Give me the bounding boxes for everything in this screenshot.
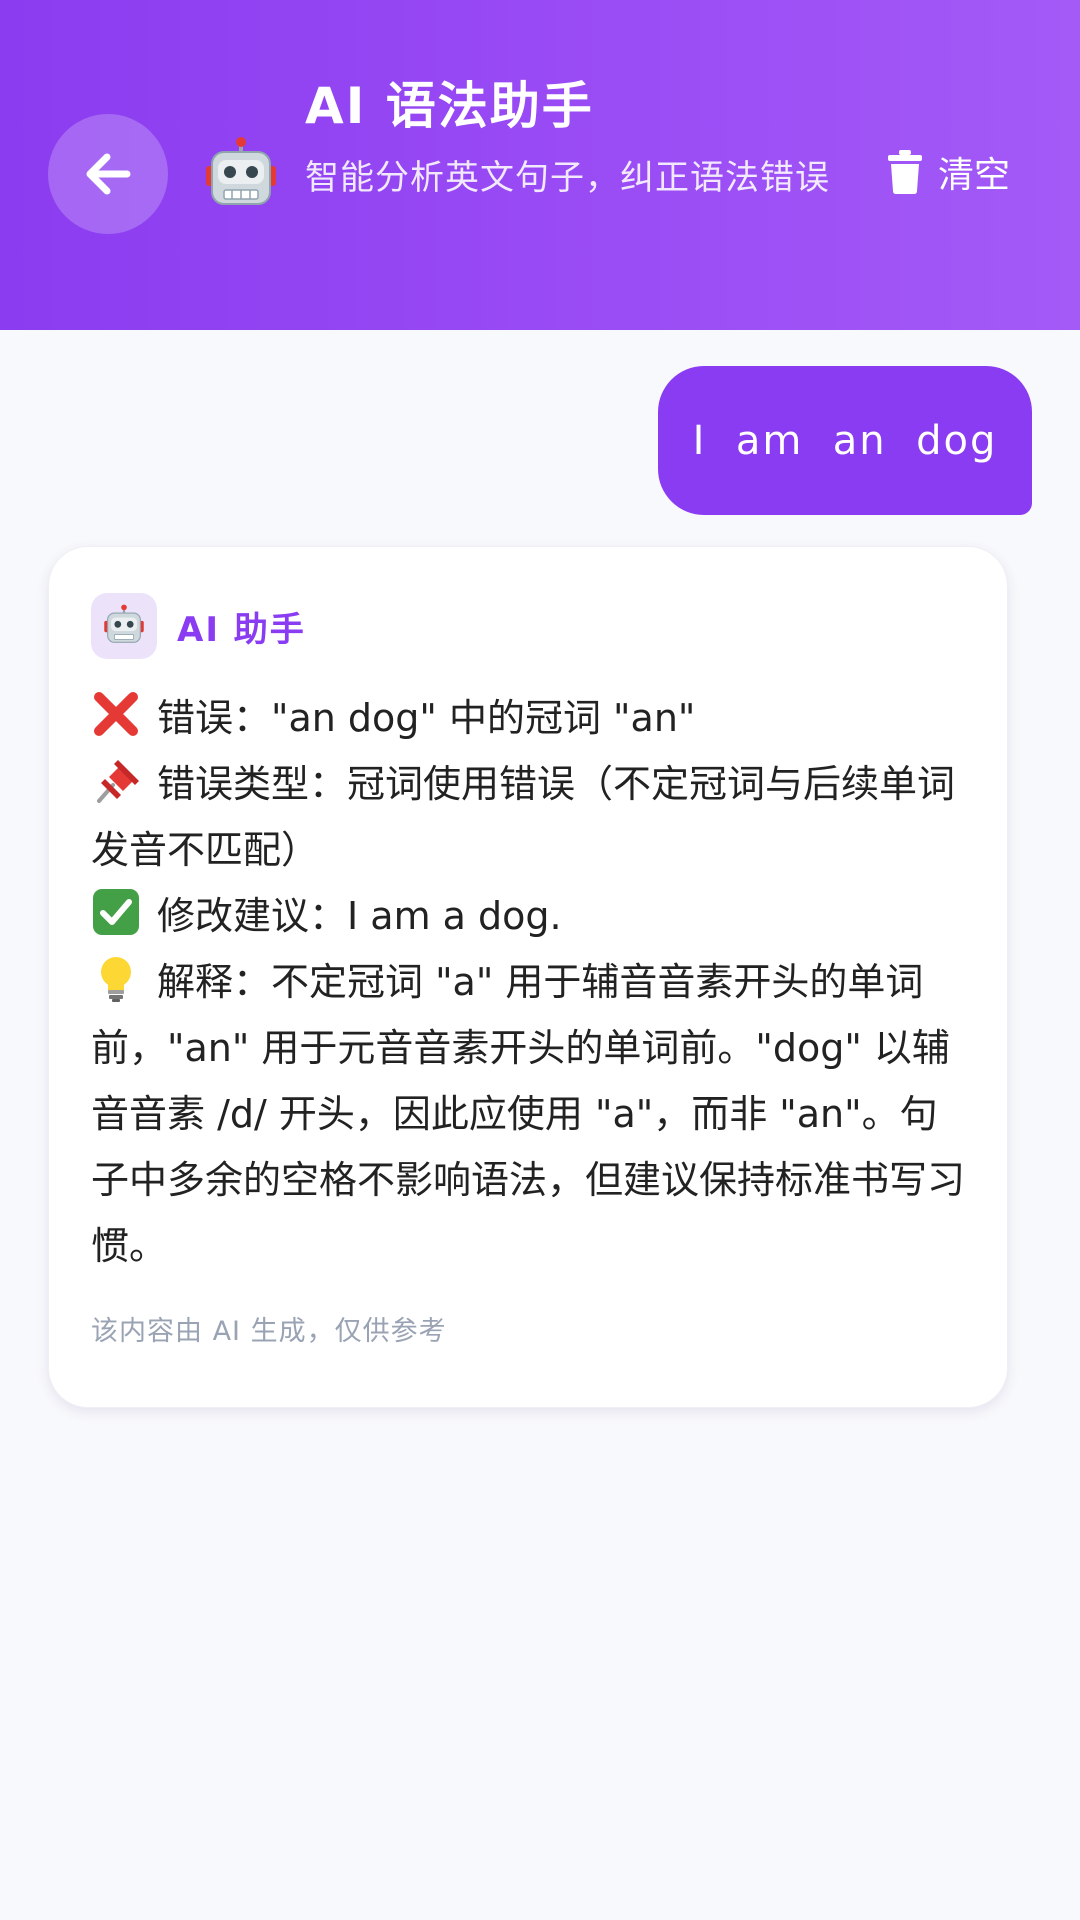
ai-line-text: 解释：不定冠词 "a" 用于辅音音素开头的单词前，"an" 用于元音音素开头的单… [91, 960, 966, 1268]
robot-icon [206, 137, 276, 205]
trash-icon [888, 150, 922, 194]
page-title: AI 语法助手 [305, 77, 594, 135]
ai-name-label: AI 助手 [177, 609, 306, 650]
ai-response-card: AI 助手 错误："an dog" 中的冠词 "an" 错误类型：冠词使用错误（… [48, 546, 1008, 1408]
user-message-bubble: I am an dog [658, 366, 1032, 515]
ai-response-body: 错误："an dog" 中的冠词 "an" 错误类型：冠词使用错误（不定冠词与后… [91, 685, 971, 1279]
pushpin-icon [97, 760, 139, 803]
light-bulb-icon [101, 957, 131, 1002]
arrow-left-icon [86, 153, 131, 195]
ai-line-text: 错误："an dog" 中的冠词 "an" [157, 696, 696, 740]
clear-label: 清空 [938, 155, 1011, 196]
ai-line-error: 错误："an dog" 中的冠词 "an" [91, 685, 971, 751]
ai-line-error-type: 错误类型：冠词使用错误（不定冠词与后续单词发音不匹配） [91, 751, 971, 883]
clear-button[interactable]: 清空 [888, 146, 1010, 198]
cross-mark-icon [94, 692, 138, 736]
back-button[interactable] [48, 114, 168, 234]
ai-line-suggestion: 修改建议：I am a dog. [91, 883, 971, 949]
page-subtitle: 智能分析英文句子，纠正语法错误 [305, 158, 830, 198]
ai-avatar [91, 593, 157, 659]
ai-disclaimer: 该内容由 AI 生成，仅供参考 [91, 1316, 447, 1347]
check-mark-icon [93, 889, 139, 935]
ai-line-explanation: 解释：不定冠词 "a" 用于辅音音素开头的单词前，"an" 用于元音音素开头的单… [91, 949, 971, 1279]
ai-response-header: AI 助手 [91, 593, 306, 659]
ai-line-text: 错误类型：冠词使用错误（不定冠词与后续单词发音不匹配） [91, 762, 956, 872]
robot-icon [104, 604, 144, 643]
ai-line-text: 修改建议：I am a dog. [157, 894, 562, 938]
app-header: AI 语法助手 智能分析英文句子，纠正语法错误 清空 [0, 0, 1080, 330]
